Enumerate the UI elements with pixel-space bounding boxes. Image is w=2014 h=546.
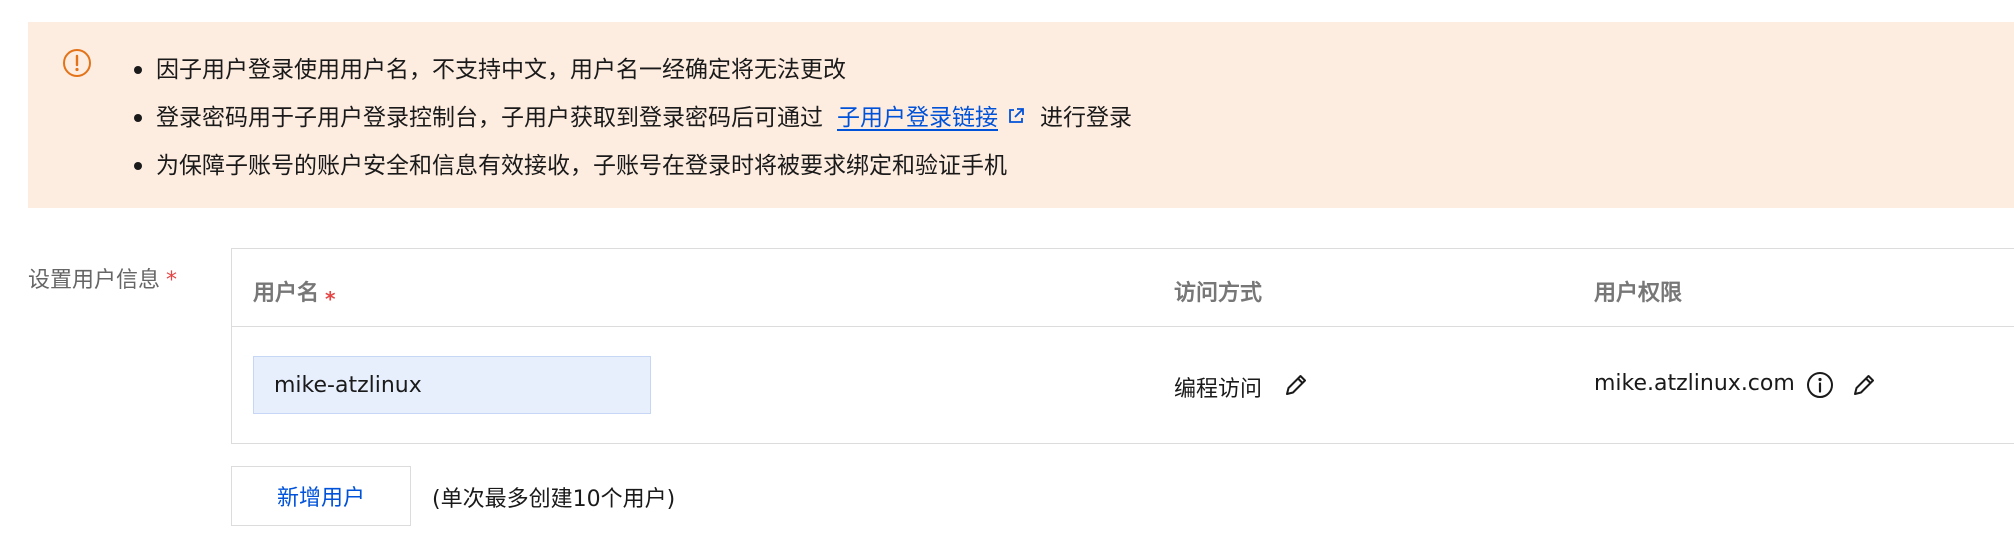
username-input[interactable] xyxy=(253,356,651,414)
pencil-icon[interactable] xyxy=(1850,371,1878,399)
notice-text: 因子用户登录使用用户名，不支持中文，用户名一经确定将无法更改 xyxy=(156,57,846,83)
notice-item: 为保障子账号的账户安全和信息有效接收，子账号在登录时将被要求绑定和验证手机 xyxy=(128,142,1132,190)
pencil-icon[interactable] xyxy=(1282,371,1310,399)
access-value: 编程访问 xyxy=(1174,377,1263,402)
warning-circle-icon xyxy=(63,49,91,77)
external-link-icon[interactable] xyxy=(1006,106,1026,126)
header-access: 访问方式 xyxy=(1174,281,1263,306)
required-mark: * xyxy=(166,268,178,293)
user-table: 用户名 * 访问方式 用户权限 编程访问 mike.atzlinux.com xyxy=(231,248,2014,444)
notice-banner: 因子用户登录使用用户名，不支持中文，用户名一经确定将无法更改 登录密码用于子用户… xyxy=(28,22,2014,208)
user-info-label-text: 设置用户信息 xyxy=(28,268,161,293)
notice-text: 进行登录 xyxy=(1040,105,1132,131)
notice-text: 为保障子账号的账户安全和信息有效接收，子账号在登录时将被要求绑定和验证手机 xyxy=(156,153,1007,179)
table-header: 用户名 * 访问方式 用户权限 xyxy=(232,249,2014,327)
info-circle-icon[interactable] xyxy=(1806,371,1834,399)
add-user-hint: (单次最多创建10个用户) xyxy=(432,487,676,512)
notice-list: 因子用户登录使用用户名，不支持中文，用户名一经确定将无法更改 登录密码用于子用户… xyxy=(128,46,1132,190)
create-subuser-page: 因子用户登录使用用户名，不支持中文，用户名一经确定将无法更改 登录密码用于子用户… xyxy=(0,0,2014,546)
subuser-login-link[interactable]: 子用户登录链接 xyxy=(837,105,998,131)
required-mark: * xyxy=(325,287,336,311)
add-user-button[interactable]: 新增用户 xyxy=(231,466,411,526)
header-permission: 用户权限 xyxy=(1594,281,1683,306)
notice-item: 因子用户登录使用用户名，不支持中文，用户名一经确定将无法更改 xyxy=(128,46,1132,94)
permission-value: mike.atzlinux.com xyxy=(1594,371,1795,396)
header-username-text: 用户名 xyxy=(253,281,320,306)
notice-text: 登录密码用于子用户登录控制台，子用户获取到登录密码后可通过 xyxy=(156,105,823,131)
header-username: 用户名 * xyxy=(253,275,335,311)
user-info-label: 设置用户信息 * xyxy=(28,262,177,294)
notice-item: 登录密码用于子用户登录控制台，子用户获取到登录密码后可通过 子用户登录链接 进行登… xyxy=(128,94,1132,142)
